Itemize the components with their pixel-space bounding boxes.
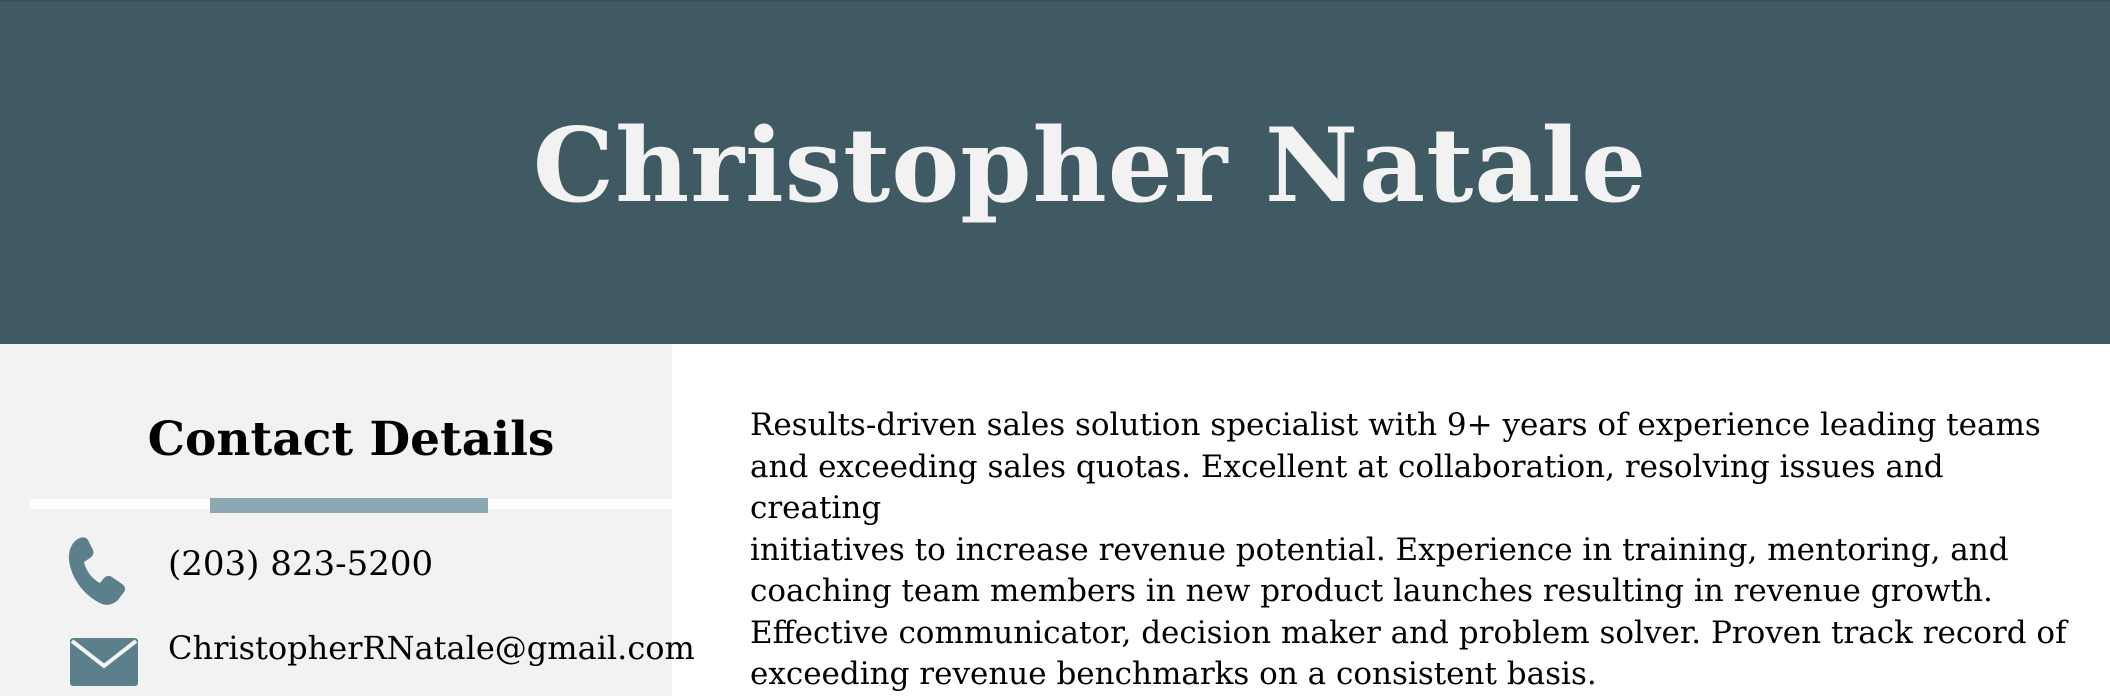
header-banner: Christopher Natale [0,0,2110,344]
email-address[interactable]: ChristopherRNatale@gmail.com [168,626,695,670]
phone-icon [68,537,126,605]
person-name: Christopher Natale [532,106,1648,226]
heading-accent-bar [210,498,488,513]
professional-summary: Results-driven sales solution specialist… [750,407,2067,692]
resume-page: Christopher Natale Contact Details (203)… [0,0,2110,696]
phone-number[interactable]: (203) 823-5200 [168,542,433,586]
contact-details-heading: Contact Details [147,412,555,467]
envelope-icon [70,638,138,686]
